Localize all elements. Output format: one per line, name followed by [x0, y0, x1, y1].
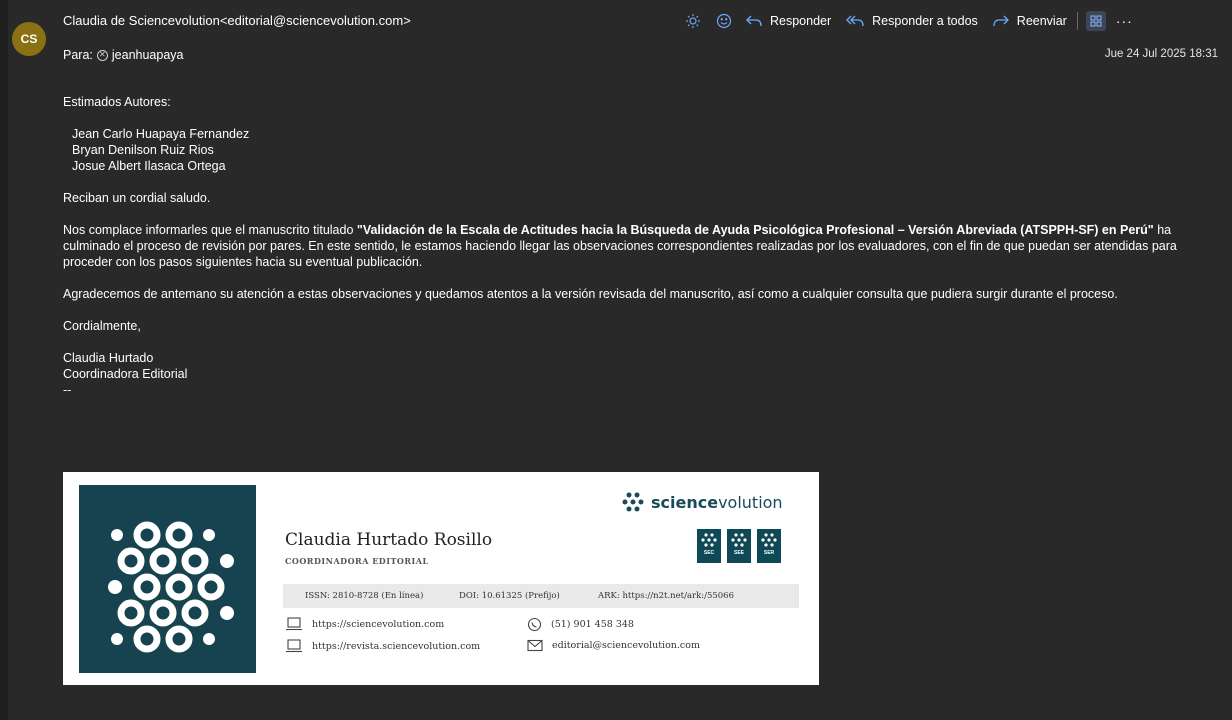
- badge-sec: SEC: [697, 529, 721, 563]
- signature-card: sciencevolution Claudia Hurtado Rosillo …: [63, 472, 819, 685]
- para1-text: Nos complace informarles que el manuscri…: [63, 223, 357, 237]
- email-date: Jue 24 Jul 2025 18:31: [1104, 48, 1218, 60]
- badge-group: SEC SEE SER: [697, 529, 781, 563]
- reply-label: Responder: [770, 14, 832, 28]
- closing: Cordialmente,: [63, 319, 141, 333]
- to-label: Para:: [63, 48, 93, 62]
- author-list: Jean Carlo Huapaya Fernandez Bryan Denil…: [63, 126, 1213, 174]
- journal-contact[interactable]: https://revista.sciencevolution.com: [285, 639, 480, 653]
- sciencevolution-logo: [79, 485, 256, 673]
- smiley-icon[interactable]: [714, 11, 734, 31]
- sender-name: Claudia Hurtado: [63, 351, 154, 365]
- author-item: Bryan Denilson Ruiz Rios: [72, 143, 214, 157]
- forward-icon: [993, 15, 1009, 27]
- reply-all-button[interactable]: Responder a todos: [845, 14, 978, 28]
- recipient-name[interactable]: jeanhuapaya: [112, 48, 184, 62]
- laptop-icon: [286, 617, 302, 631]
- avatar-initials: CS: [20, 32, 38, 46]
- mail-icon: [527, 639, 543, 652]
- badge-label: SEE: [733, 550, 744, 556]
- salutation: Reciban un cordial saludo.: [63, 191, 211, 205]
- recipient-line: Para: ✕ jeanhuapaya: [63, 48, 184, 62]
- sun-icon[interactable]: [683, 11, 703, 31]
- badge-ser: SER: [757, 529, 781, 563]
- phone-contact[interactable]: (51) 901 458 348: [527, 617, 634, 632]
- laptop-icon: [286, 639, 302, 653]
- sender-role: Coordinadora Editorial: [63, 367, 188, 381]
- toolbar-divider: [1076, 12, 1078, 30]
- greeting: Estimados Autores:: [63, 95, 171, 109]
- author-item: Josue Albert Ilasaca Ortega: [72, 159, 226, 173]
- website-link[interactable]: https://sciencevolution.com: [312, 619, 444, 630]
- identifier-bar: ISSN: 2810-8728 (En línea) DOI: 10.61325…: [283, 584, 799, 608]
- more-icon[interactable]: ···: [1116, 13, 1133, 29]
- ark-text: ARK: https://n2t.net/ark:/55066: [598, 591, 734, 601]
- paragraph-announcement: Nos complace informarles que el manuscri…: [63, 222, 1213, 270]
- recipient-status-icon: ✕: [96, 49, 108, 61]
- brand-name-bold: science: [651, 492, 719, 512]
- signature-name: Claudia Hurtado Rosillo: [285, 530, 493, 550]
- forward-button[interactable]: Reenviar: [992, 14, 1067, 28]
- forward-label: Reenviar: [1016, 14, 1067, 28]
- reply-all-label: Responder a todos: [872, 14, 978, 28]
- reply-button[interactable]: Responder: [745, 14, 831, 28]
- message-toolbar: Responder Responder a todos Reenviar ···: [683, 10, 1133, 32]
- email-address[interactable]: editorial@sciencevolution.com: [552, 640, 700, 651]
- whatsapp-icon: [527, 617, 542, 632]
- brand-name-light: volution: [718, 492, 783, 512]
- email-body: Estimados Autores: Jean Carlo Huapaya Fe…: [63, 94, 1213, 398]
- phone-number[interactable]: (51) 901 458 348: [551, 619, 634, 630]
- badge-label: SEC: [703, 550, 715, 556]
- issn-text: ISSN: 2810-8728 (En línea): [305, 591, 424, 601]
- reply-all-icon: [846, 15, 864, 27]
- brand-wordmark: sciencevolution: [620, 491, 783, 513]
- window-left-edge: [0, 0, 8, 720]
- manuscript-title: "Validación de la Escala de Actitudes ha…: [356, 223, 1154, 237]
- apps-icon[interactable]: [1085, 11, 1106, 31]
- signature-role: COORDINADORA EDITORIAL: [285, 556, 429, 566]
- badge-see: SEE: [727, 529, 751, 563]
- sender-line[interactable]: Claudia de Sciencevolution<editorial@sci…: [63, 13, 411, 28]
- sender-avatar[interactable]: CS: [12, 22, 46, 56]
- brand-logo-icon: [622, 492, 644, 512]
- reply-icon: [746, 15, 762, 27]
- email-contact[interactable]: editorial@sciencevolution.com: [527, 639, 700, 652]
- doi-text: DOI: 10.61325 (Prefijo): [459, 591, 560, 601]
- website-contact[interactable]: https://sciencevolution.com: [285, 617, 444, 631]
- paragraph-thanks: Agradecemos de antemano su atención a es…: [63, 287, 1118, 301]
- author-item: Jean Carlo Huapaya Fernandez: [72, 127, 250, 141]
- signature-separator: --: [63, 383, 72, 397]
- journal-link[interactable]: https://revista.sciencevolution.com: [312, 641, 480, 652]
- badge-label: SER: [763, 550, 775, 556]
